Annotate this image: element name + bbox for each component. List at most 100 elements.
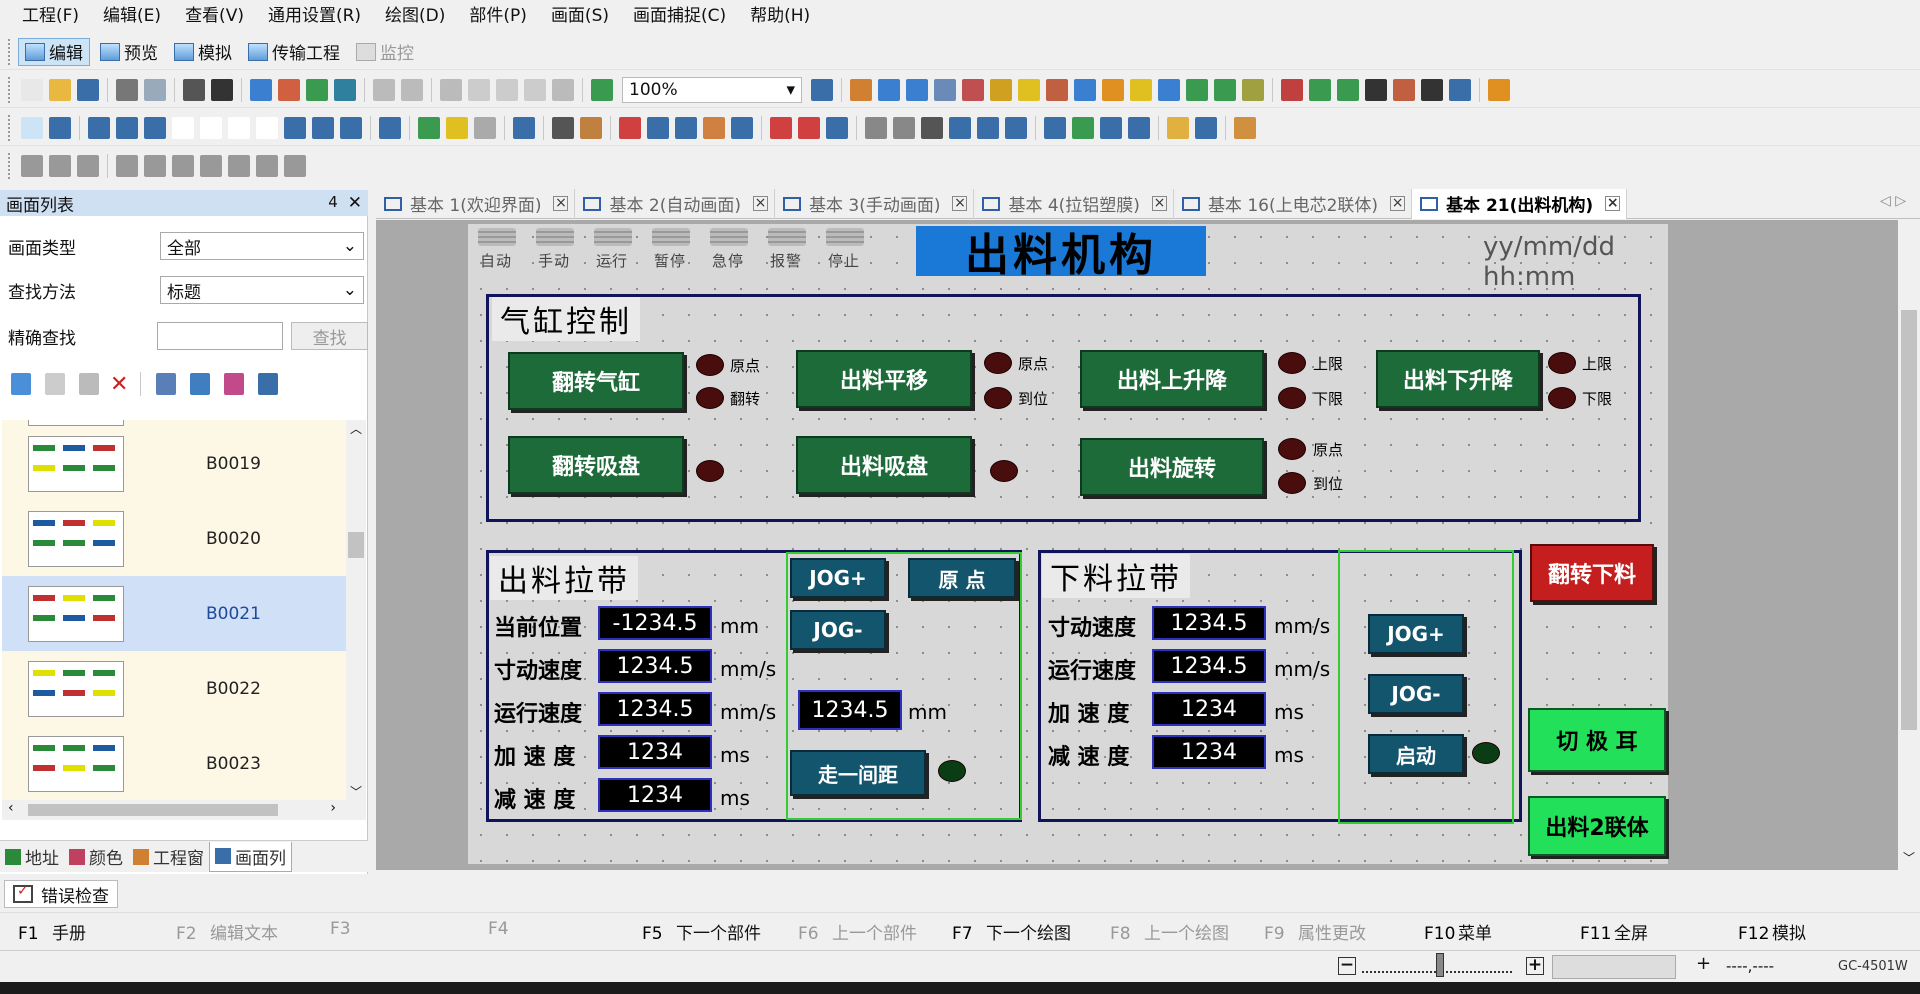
- flip-icon[interactable]: [228, 155, 250, 177]
- function-key-f3[interactable]: F3: [330, 919, 364, 939]
- function-key-f7[interactable]: F7 下一个绘图: [952, 919, 1071, 944]
- cut-tab-button[interactable]: 切 极 耳: [1528, 708, 1666, 772]
- paste-screen-icon[interactable]: [79, 373, 99, 395]
- recipe-icon[interactable]: [865, 116, 887, 139]
- lamp-icon[interactable]: [418, 116, 440, 139]
- out-down-lift-button[interactable]: 出料下升降: [1376, 350, 1540, 408]
- menu-item[interactable]: 查看(V): [173, 0, 256, 32]
- undo-icon[interactable]: [373, 78, 395, 101]
- search-button[interactable]: 查找: [291, 322, 368, 350]
- out-up-lift-button[interactable]: 出料上升降: [1080, 350, 1264, 408]
- value-display[interactable]: 1234: [598, 735, 712, 769]
- value-display[interactable]: 1234.5: [598, 692, 712, 726]
- close-icon[interactable]: ×: [1151, 196, 1167, 211]
- value-display[interactable]: 1234.5: [598, 649, 712, 683]
- method-select[interactable]: 标题 ⌄: [160, 276, 364, 304]
- tab-screen[interactable]: 基本 3(手动画面) ×: [775, 188, 975, 219]
- screen-multi-icon[interactable]: [224, 373, 245, 395]
- tool-u-icon[interactable]: [731, 116, 753, 139]
- mode-simulate-button[interactable]: 模拟: [168, 38, 238, 66]
- info-icon[interactable]: [1018, 78, 1040, 101]
- alarm-icon[interactable]: [770, 116, 792, 139]
- scroll-up-icon[interactable]: ︿: [346, 420, 366, 437]
- screen3-icon[interactable]: [1005, 116, 1027, 139]
- hand-icon[interactable]: [1167, 116, 1189, 139]
- line-chart-icon[interactable]: [675, 116, 697, 139]
- menu-item[interactable]: 工程(F): [10, 0, 91, 32]
- window-icon[interactable]: [340, 116, 362, 139]
- print-preview-icon[interactable]: [144, 78, 166, 101]
- screen-list-item[interactable]: B0023: [2, 726, 348, 800]
- copy-icon[interactable]: [468, 78, 490, 101]
- exact-search-input[interactable]: [157, 322, 284, 350]
- paste-icon[interactable]: [496, 78, 518, 101]
- list-horizontal-scrollbar[interactable]: ‹ ›: [2, 800, 366, 820]
- tab-screen[interactable]: 基本 16(上电芯2联体) ×: [1174, 188, 1413, 219]
- flip-unload-button[interactable]: 翻转下料: [1530, 544, 1654, 602]
- close-icon[interactable]: ×: [952, 196, 968, 211]
- order-icon[interactable]: [284, 155, 306, 177]
- tool-m-icon[interactable]: [1281, 78, 1303, 101]
- screen-dup-icon[interactable]: [190, 373, 211, 395]
- menu-item[interactable]: 画面捕捉(C): [621, 0, 738, 32]
- tool-n-icon[interactable]: [1309, 78, 1331, 101]
- fit-icon[interactable]: [811, 78, 833, 101]
- zoom-slider-thumb[interactable]: [1436, 953, 1444, 977]
- scroll-down-icon[interactable]: ﹀: [346, 783, 366, 800]
- recipe2-icon[interactable]: [893, 116, 915, 139]
- close-icon[interactable]: ×: [1390, 196, 1406, 211]
- scroll-down-icon[interactable]: ﹀: [1898, 849, 1920, 866]
- polygon-icon[interactable]: [200, 116, 222, 139]
- notes-icon[interactable]: [474, 116, 496, 139]
- value-display[interactable]: -1234.5: [598, 606, 712, 640]
- save-icon[interactable]: [77, 78, 99, 101]
- tool-a-icon[interactable]: [850, 78, 872, 101]
- toolbar-grip[interactable]: [8, 153, 12, 179]
- out-translate-button[interactable]: 出料平移: [796, 350, 972, 408]
- mode-preview-button[interactable]: 预览: [94, 38, 164, 66]
- screen-list-item[interactable]: B0020: [2, 501, 348, 576]
- tool-o-icon[interactable]: [1337, 78, 1359, 101]
- function-key-f12[interactable]: F12 模拟: [1738, 919, 1806, 944]
- text-icon[interactable]: [49, 116, 71, 139]
- group-icon[interactable]: [77, 155, 99, 177]
- value-display[interactable]: 1234.5: [1152, 649, 1266, 683]
- tool-b-icon[interactable]: [878, 78, 900, 101]
- screen-list-item[interactable]: B0019: [2, 426, 348, 501]
- down-jog-plus-button[interactable]: JOG+: [1368, 614, 1464, 654]
- list-vertical-scrollbar[interactable]: ︿ ﹀: [346, 420, 366, 800]
- tool-j-icon[interactable]: [1186, 78, 1208, 101]
- menu-item[interactable]: 绘图(D): [373, 0, 457, 32]
- out-origin-button[interactable]: 原 点: [908, 558, 1016, 598]
- scroll-left-icon[interactable]: ‹: [8, 800, 14, 816]
- toolbar-grip[interactable]: [8, 76, 12, 103]
- cut-icon[interactable]: [440, 78, 462, 101]
- new-file-icon[interactable]: [21, 78, 43, 101]
- function-key-f1[interactable]: F1 手册: [18, 919, 86, 944]
- polyline-icon[interactable]: [144, 116, 166, 139]
- out-step-button[interactable]: 走一间距: [790, 750, 926, 796]
- check-icon[interactable]: [591, 78, 613, 101]
- canvas-scrollbar[interactable]: ﹀: [1898, 220, 1920, 870]
- hscroll-thumb[interactable]: [28, 804, 278, 816]
- tab-screen[interactable]: 基本 21(出料机构) ×: [1412, 188, 1628, 219]
- out-jog-minus-button[interactable]: JOG-: [790, 610, 886, 650]
- close-icon[interactable]: ×: [752, 196, 768, 211]
- scale-icon[interactable]: [284, 116, 306, 139]
- open-folder-icon[interactable]: [49, 78, 71, 101]
- panel-tab-address[interactable]: 地址: [0, 842, 64, 872]
- table-icon[interactable]: [379, 116, 401, 139]
- function-key-f4[interactable]: F4: [488, 919, 522, 939]
- redo-icon[interactable]: [401, 78, 423, 101]
- zoom-out-icon[interactable]: −: [1338, 957, 1356, 975]
- flip-suction-button[interactable]: 翻转吸盘: [508, 436, 684, 494]
- ellipse-icon[interactable]: [228, 116, 250, 139]
- dot-icon[interactable]: [88, 116, 110, 139]
- mode-pencil-button[interactable]: 编辑: [18, 37, 90, 66]
- arc-icon[interactable]: [256, 116, 278, 139]
- zoom-select[interactable]: 100% ▾: [622, 76, 802, 103]
- print-icon[interactable]: [116, 78, 138, 101]
- dist-h-icon[interactable]: [116, 155, 138, 177]
- tab-scroll-icons[interactable]: ◁ ▷: [1880, 193, 1906, 209]
- pen-icon[interactable]: [580, 116, 602, 139]
